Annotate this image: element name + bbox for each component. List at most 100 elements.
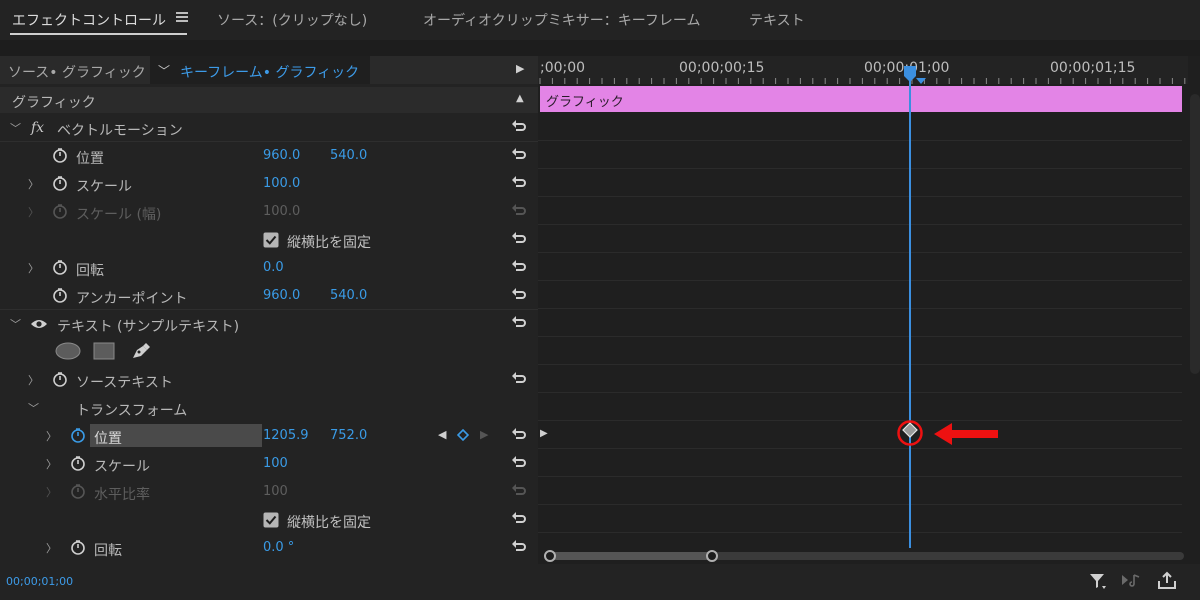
- tx-position-y[interactable]: 752.0: [330, 428, 367, 443]
- reset-icon[interactable]: [510, 118, 526, 134]
- vm-anchor-row: アンカーポイント 960.0 540.0: [0, 282, 538, 310]
- timeline-zoom-scrollbar[interactable]: [544, 549, 1184, 563]
- chevron-right-icon[interactable]: 〉: [28, 176, 39, 192]
- vm-scale-width-label: スケール (幅): [76, 207, 162, 223]
- fx-icon[interactable]: fx: [31, 120, 44, 136]
- collapse-up-icon[interactable]: ▲: [516, 93, 524, 104]
- playhead-handle-icon[interactable]: [902, 64, 930, 86]
- mask-tools-row: [0, 338, 538, 366]
- chevron-right-icon[interactable]: 〉: [28, 372, 39, 388]
- vm-scale-width-value: 100.0: [263, 204, 301, 219]
- tx-horizontal-ratio-label: 水平比率: [94, 487, 150, 503]
- section-title: グラフィック: [12, 95, 96, 111]
- time-ruler[interactable]: ;00;00 00;00;00;15 00;00;01;00 00;00;01;…: [538, 56, 1188, 84]
- tab-audio-clip-mixer[interactable]: オーディオクリップミキサー：キーフレーム: [423, 10, 700, 30]
- chevron-down-icon[interactable]: ﹀: [28, 400, 39, 416]
- uniform-scale-label: 縦横比を固定: [287, 515, 371, 531]
- text-layer-title: テキスト (サンプルテキスト): [57, 319, 240, 335]
- reset-icon: [512, 484, 526, 495]
- stopwatch-active-icon[interactable]: [70, 427, 86, 443]
- status-bar: 00;00;01;00: [0, 564, 1200, 600]
- vm-position-x[interactable]: 960.0: [263, 148, 300, 163]
- ellipse-mask-icon[interactable]: [55, 342, 81, 360]
- reset-icon[interactable]: [510, 426, 526, 442]
- stopwatch-icon[interactable]: [70, 455, 86, 471]
- filter-icon[interactable]: [1088, 571, 1108, 591]
- stopwatch-icon[interactable]: [52, 147, 68, 163]
- keyframe-clip-dropdown[interactable]: ﹀ キーフレーム• グラフィック: [150, 56, 370, 84]
- reset-icon[interactable]: [510, 538, 526, 554]
- pen-mask-icon[interactable]: [129, 340, 151, 362]
- tx-position-label: 位置: [94, 431, 122, 447]
- reset-icon[interactable]: [510, 174, 526, 190]
- keyframe-timeline: ;00;00 00;00;00;15 00;00;01;00 00;00;01;…: [538, 56, 1200, 564]
- clip-selector-bar: ソース• グラフィック ﹀ キーフレーム• グラフィック ▶: [0, 56, 538, 84]
- uniform-scale-label: 縦横比を固定: [287, 235, 371, 251]
- vm-rotation-value[interactable]: 0.0: [263, 260, 284, 275]
- source-text-label: ソーステキスト: [76, 375, 173, 391]
- stopwatch-icon[interactable]: [70, 539, 86, 555]
- vertical-scrollbar[interactable]: [1190, 94, 1200, 374]
- vm-anchor-label: アンカーポイント: [76, 291, 188, 307]
- clip-bar[interactable]: グラフィック: [540, 86, 1182, 112]
- vm-position-y[interactable]: 540.0: [330, 148, 367, 163]
- reset-icon[interactable]: [510, 454, 526, 470]
- export-icon[interactable]: [1156, 571, 1178, 591]
- stopwatch-icon[interactable]: [52, 287, 68, 303]
- toggle-timeline-icon[interactable]: ▶: [516, 62, 524, 75]
- tx-rotation-value[interactable]: 0.0 °: [263, 540, 294, 555]
- eye-icon[interactable]: [30, 318, 48, 330]
- stopwatch-icon[interactable]: [52, 259, 68, 275]
- play-audio-icon[interactable]: [1120, 571, 1142, 591]
- vm-scale-value[interactable]: 100.0: [263, 176, 300, 191]
- reset-icon[interactable]: [510, 314, 526, 330]
- chevron-right-icon[interactable]: 〉: [28, 260, 39, 276]
- stopwatch-icon[interactable]: [52, 371, 68, 387]
- source-text-row: 〉 ソーステキスト: [0, 366, 538, 394]
- prev-keyframe-icon[interactable]: ◀: [438, 428, 446, 441]
- tx-scale-value[interactable]: 100: [263, 456, 288, 471]
- tab-effect-controls[interactable]: エフェクトコントロール: [12, 10, 166, 30]
- section-header: グラフィック ▲: [0, 87, 538, 113]
- uniform-scale-checkbox[interactable]: [263, 512, 279, 528]
- reset-icon[interactable]: [510, 370, 526, 386]
- reset-icon[interactable]: [510, 146, 526, 162]
- stopwatch-icon: [71, 484, 85, 499]
- panel-menu-icon[interactable]: [176, 12, 188, 22]
- annotation-circle: [897, 420, 923, 446]
- chevron-right-icon: 〉: [28, 206, 39, 219]
- vm-uniform-scale-row: 縦横比を固定: [0, 226, 538, 254]
- chevron-right-icon[interactable]: 〉: [46, 540, 57, 556]
- tx-scale-label: スケール: [94, 459, 150, 475]
- tab-source[interactable]: ソース：(クリップなし): [217, 10, 367, 30]
- rectangle-mask-icon[interactable]: [93, 342, 115, 360]
- reset-icon[interactable]: [510, 230, 526, 246]
- current-timecode[interactable]: 00;00;01;00: [6, 575, 73, 588]
- play-icon[interactable]: ▶: [540, 428, 548, 439]
- vm-anchor-y[interactable]: 540.0: [330, 288, 367, 303]
- tab-text[interactable]: テキスト: [749, 10, 805, 30]
- vm-rotation-label: 回転: [76, 263, 104, 279]
- chevron-down-icon[interactable]: ﹀: [10, 316, 21, 332]
- chevron-down-icon[interactable]: ﹀: [10, 120, 21, 136]
- reset-icon[interactable]: [510, 510, 526, 526]
- ruler-ticks: [539, 78, 1186, 84]
- tx-position-x[interactable]: 1205.9: [263, 428, 309, 443]
- vector-motion-title: ベクトルモーション: [57, 123, 183, 139]
- chevron-right-icon: 〉: [46, 486, 57, 499]
- add-keyframe-icon[interactable]: [457, 429, 469, 441]
- stopwatch-icon[interactable]: [52, 175, 68, 191]
- reset-icon[interactable]: [510, 286, 526, 302]
- transform-row: ﹀ トランスフォーム: [0, 394, 538, 422]
- text-layer-row: ﹀ テキスト (サンプルテキスト): [0, 310, 538, 338]
- chevron-right-icon[interactable]: 〉: [46, 456, 57, 472]
- vm-anchor-x[interactable]: 960.0: [263, 288, 300, 303]
- vm-scale-width-row: 〉 スケール (幅) 100.0: [0, 198, 538, 226]
- next-keyframe-icon[interactable]: ▶: [480, 428, 488, 441]
- tx-horizontal-ratio-row: 〉 水平比率 100: [0, 478, 538, 506]
- chevron-right-icon[interactable]: 〉: [46, 428, 57, 444]
- reset-icon[interactable]: [510, 258, 526, 274]
- playhead[interactable]: [909, 72, 911, 548]
- uniform-scale-checkbox[interactable]: [263, 232, 279, 248]
- chevron-down-icon: ﹀: [158, 64, 171, 78]
